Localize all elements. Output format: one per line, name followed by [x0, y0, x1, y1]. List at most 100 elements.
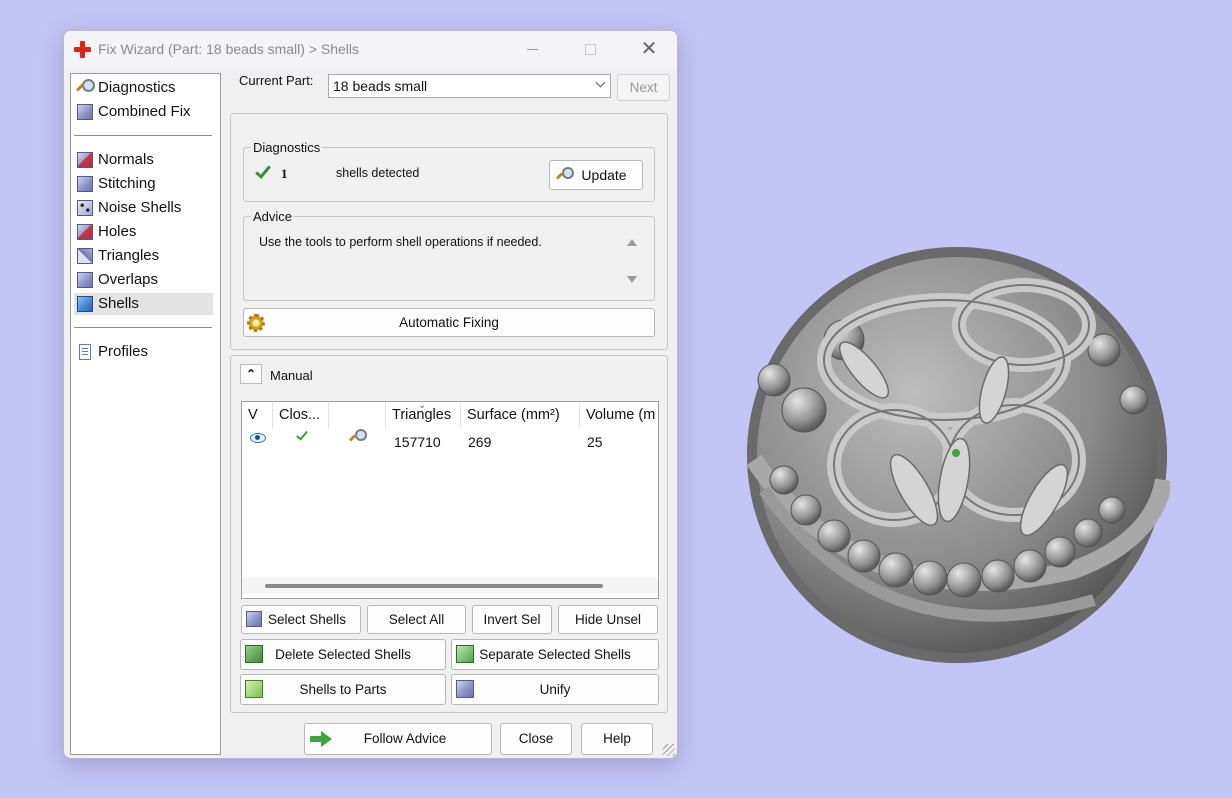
- update-label: Update: [581, 167, 627, 183]
- minimize-button[interactable]: [509, 35, 555, 63]
- current-part-value: 18 beads small: [333, 78, 428, 94]
- select-cube-icon: [246, 611, 262, 627]
- sidebar-item-label: Profiles: [98, 343, 149, 360]
- automatic-fixing-button[interactable]: Automatic Fixing: [243, 308, 655, 337]
- sidebar-item-label: Noise Shells: [98, 199, 182, 216]
- column-header-triangles[interactable]: Triangles ⌄: [386, 402, 461, 429]
- sidebar-item-normals[interactable]: Normals: [74, 149, 213, 171]
- next-button[interactable]: Next: [617, 74, 670, 101]
- sidebar-item-label: Holes: [98, 223, 137, 240]
- advice-text: Use the tools to perform shell operation…: [259, 235, 542, 249]
- select-all-button[interactable]: Select All: [367, 605, 466, 634]
- chevron-down-icon: [595, 77, 606, 88]
- overlaps-cube-icon: [77, 272, 93, 288]
- update-button[interactable]: Update: [549, 160, 643, 190]
- column-header-closed[interactable]: Clos...: [273, 402, 329, 429]
- magnifier-icon: [556, 167, 574, 183]
- sidebar-item-label: Stitching: [98, 175, 156, 192]
- select-shells-label: Select Shells: [267, 612, 347, 627]
- chevron-up-icon: ⌃: [245, 367, 257, 381]
- sidebar-divider: [74, 135, 212, 136]
- document-icon: [79, 344, 91, 360]
- minimize-icon: [526, 48, 538, 50]
- invert-selection-button[interactable]: Invert Sel: [472, 605, 552, 634]
- follow-advice-label: Follow Advice: [363, 731, 447, 746]
- hide-unselected-button[interactable]: Hide Unsel: [558, 605, 658, 634]
- sidebar-item-combined-fix[interactable]: Combined Fix: [74, 101, 213, 123]
- unify-button[interactable]: Unify: [451, 674, 659, 705]
- close-button[interactable]: Close: [500, 723, 572, 755]
- horizontal-scrollbar[interactable]: [242, 577, 658, 594]
- sort-indicator-icon: ⌄: [418, 402, 427, 411]
- unify-label: Unify: [539, 682, 571, 697]
- cube-icon: [77, 104, 93, 120]
- diagnostics-status: shells detected: [336, 166, 420, 180]
- column-header-volume[interactable]: Volume (m: [580, 402, 658, 429]
- help-button[interactable]: Help: [581, 723, 653, 755]
- holes-cube-icon: [77, 224, 93, 240]
- bead-3d-model[interactable]: [744, 240, 1170, 666]
- column-header-surface[interactable]: Surface (mm²): [461, 402, 580, 429]
- magnifier-icon[interactable]: [349, 429, 367, 445]
- sidebar-item-label: Overlaps: [98, 271, 159, 288]
- select-shells-button[interactable]: Select Shells: [241, 605, 361, 634]
- diagnostics-title: Diagnostics: [251, 140, 323, 155]
- scrollbar-thumb[interactable]: [265, 584, 603, 588]
- unify-cube-icon: [456, 680, 474, 698]
- collapse-manual-button[interactable]: ⌃: [240, 364, 262, 384]
- manual-title: Manual: [270, 368, 313, 383]
- sidebar-item-label: Combined Fix: [98, 103, 191, 120]
- sidebar-item-stitching[interactable]: Stitching: [74, 173, 213, 195]
- scroll-down-icon[interactable]: [627, 276, 637, 283]
- sidebar-item-label: Triangles: [98, 247, 160, 264]
- sidebar-divider: [74, 327, 212, 328]
- model-origin-marker: [952, 449, 960, 457]
- separate-selected-label: Separate Selected Shells: [479, 647, 631, 662]
- gears-icon: [247, 314, 265, 332]
- shells-cube-icon: [77, 296, 93, 312]
- automatic-fixing-label: Automatic Fixing: [399, 315, 499, 330]
- check-icon: [296, 428, 308, 441]
- shells-to-parts-icon: [245, 680, 263, 698]
- current-part-label: Current Part:: [239, 73, 314, 88]
- column-header-inspect[interactable]: [329, 402, 386, 429]
- sidebar-item-holes[interactable]: Holes: [74, 221, 213, 243]
- shell-count: 1: [281, 166, 288, 181]
- sidebar-item-noise-shells[interactable]: Noise Shells: [74, 197, 213, 219]
- normals-cube-icon: [77, 152, 93, 168]
- eye-icon[interactable]: [250, 433, 266, 443]
- delete-selected-shells-button[interactable]: Delete Selected Shells: [240, 639, 446, 670]
- stitching-cube-icon: [77, 176, 93, 192]
- maximize-button[interactable]: [567, 35, 613, 63]
- triangles-cube-icon: [77, 248, 93, 264]
- sidebar-item-shells[interactable]: Shells: [74, 293, 213, 315]
- maximize-icon: [584, 43, 596, 55]
- sidebar-item-profiles[interactable]: Profiles: [74, 341, 213, 363]
- scroll-up-icon[interactable]: [627, 239, 637, 246]
- magnifier-icon: [77, 79, 95, 95]
- cell-triangles: 157710: [394, 434, 441, 450]
- title-bar[interactable]: Fix Wizard (Part: 18 beads small) > Shel…: [64, 31, 677, 68]
- shells-to-parts-label: Shells to Parts: [299, 682, 387, 697]
- cell-volume: 25: [587, 434, 603, 450]
- sidebar-item-diagnostics[interactable]: Diagnostics: [74, 77, 213, 99]
- sidebar-item-triangles[interactable]: Triangles: [74, 245, 213, 267]
- shells-table[interactable]: V Clos... Triangles ⌄ Surface (mm²) Volu…: [241, 401, 659, 599]
- follow-advice-button[interactable]: Follow Advice: [304, 723, 492, 755]
- shells-to-parts-button[interactable]: Shells to Parts: [240, 674, 446, 705]
- sidebar-item-overlaps[interactable]: Overlaps: [74, 269, 213, 291]
- advice-textbox[interactable]: Use the tools to perform shell operation…: [250, 228, 637, 290]
- sidebar: Diagnostics Combined Fix Normals Stitchi…: [70, 73, 221, 755]
- column-header-visible[interactable]: V: [242, 402, 273, 429]
- resize-grip[interactable]: [663, 744, 675, 756]
- app-cross-icon: [74, 41, 91, 58]
- sidebar-item-label: Diagnostics: [98, 79, 176, 96]
- separate-shell-icon: [456, 645, 474, 663]
- sidebar-item-label: Shells: [98, 295, 139, 312]
- separate-selected-shells-button[interactable]: Separate Selected Shells: [451, 639, 659, 670]
- current-part-select[interactable]: 18 beads small: [328, 74, 611, 98]
- close-window-button[interactable]: ✕: [626, 35, 672, 63]
- delete-shell-icon: [245, 645, 263, 663]
- cell-surface: 269: [468, 434, 492, 450]
- window-title: Fix Wizard (Part: 18 beads small) > Shel…: [98, 41, 360, 57]
